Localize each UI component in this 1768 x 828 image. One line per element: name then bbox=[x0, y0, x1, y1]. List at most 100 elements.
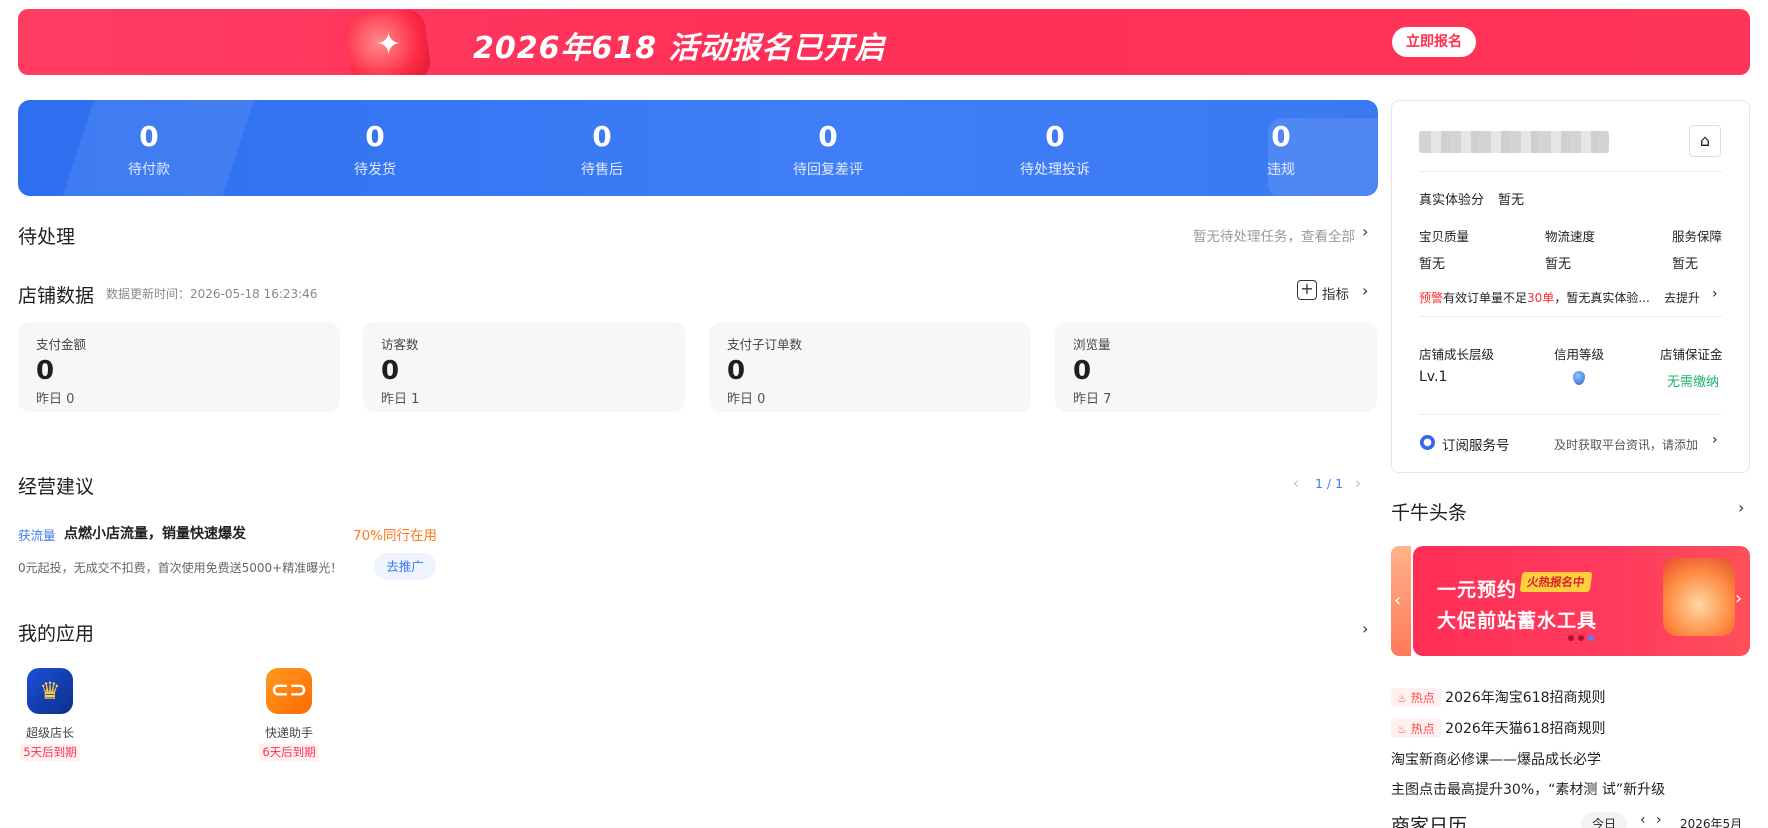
stat-value: 0 bbox=[592, 120, 612, 153]
warning-text-pre: 有效订单量不足 bbox=[1443, 291, 1528, 305]
next-month-icon[interactable]: › bbox=[1656, 812, 1662, 828]
chevron-right-icon[interactable]: › bbox=[1738, 498, 1744, 517]
app-name[interactable]: 快递助手 bbox=[257, 724, 321, 741]
account-panel: ⌂ 真实体验分 暂无 宝贝质量 物流速度 服务保障 暂无 暂无 暂无 预警有效订… bbox=[1391, 100, 1750, 473]
news-item[interactable]: 淘宝新商必修课——爆品成长必学 bbox=[1391, 749, 1601, 769]
crown-icon[interactable]: ♛ bbox=[27, 668, 73, 714]
hot-tag: ♨ 热点 bbox=[1391, 688, 1441, 707]
promo-line1: 一元预约 bbox=[1437, 579, 1518, 601]
metric-card-suborders[interactable]: 支付子订单数 0 昨日 0 bbox=[709, 322, 1031, 412]
add-metric-icon[interactable]: + bbox=[1297, 280, 1317, 300]
app-name[interactable]: 超级店长 bbox=[18, 724, 82, 741]
stat-pending-aftersale[interactable]: 0 待售后 bbox=[489, 100, 715, 196]
chevron-right-icon[interactable]: › bbox=[1362, 222, 1368, 241]
app-expire-badge: 6天后到期 bbox=[259, 744, 319, 761]
carousel-dot-active[interactable] bbox=[1588, 635, 1594, 641]
score-value-quality: 暂无 bbox=[1419, 257, 1446, 272]
divider bbox=[1419, 171, 1722, 172]
prev-month-icon[interactable]: ‹ bbox=[1640, 812, 1646, 828]
warning-text-post: ，暂无真实体验... bbox=[1554, 291, 1650, 305]
banner-title: 2026年618 活动报名已开启 bbox=[473, 31, 886, 66]
link-icon[interactable]: ⊂⊃ bbox=[266, 668, 312, 714]
chevron-right-icon[interactable]: › bbox=[1362, 619, 1368, 638]
pending-title: 待处理 bbox=[18, 226, 76, 248]
promote-button[interactable]: 去推广 bbox=[374, 553, 436, 580]
subscribe-description: 及时获取平台资讯，请添加 bbox=[1554, 438, 1699, 452]
stat-value: 0 bbox=[818, 120, 838, 153]
stat-label: 待回复差评 bbox=[793, 162, 863, 178]
experience-score-label: 真实体验分 bbox=[1419, 193, 1485, 208]
stat-label: 待付款 bbox=[128, 162, 170, 178]
metric-yesterday: 昨日 0 bbox=[36, 392, 75, 407]
advice-pager: 1 / 1 bbox=[1315, 476, 1344, 491]
prev-page-icon[interactable]: ‹ bbox=[1293, 474, 1299, 492]
subscribe-label[interactable]: 订阅服务号 bbox=[1442, 434, 1510, 454]
hot-tag-label: 热点 bbox=[1410, 691, 1435, 705]
promo-carousel[interactable]: 一元预约 火热报名中 大促前站蓄水工具 › bbox=[1413, 546, 1750, 656]
next-page-icon[interactable]: › bbox=[1355, 474, 1361, 492]
blurred-shop-name bbox=[1419, 131, 1609, 153]
metric-label: 支付子订单数 bbox=[727, 337, 803, 352]
score-value-service: 暂无 bbox=[1672, 257, 1699, 272]
advice-description: 0元起投，无成交不扣费，首次使用免费送5000+精准曝光！ bbox=[18, 561, 343, 575]
metric-card-pageviews[interactable]: 浏览量 0 昨日 7 bbox=[1055, 322, 1377, 412]
activity-banner[interactable]: ✦ 2026年618 活动报名已开启 立即报名 bbox=[18, 9, 1750, 75]
score-value-logistics: 暂无 bbox=[1545, 257, 1572, 272]
growth-level-value: Lv.1 bbox=[1419, 369, 1448, 385]
news-item[interactable]: 主图点击最高提升30%，“素材测 试”新升级 bbox=[1391, 779, 1665, 799]
metric-label: 浏览量 bbox=[1073, 337, 1111, 352]
stat-value: 0 bbox=[1045, 120, 1065, 153]
deposit-label: 店铺保证金 bbox=[1660, 347, 1723, 362]
warning-message[interactable]: 预警有效订单量不足30单，暂无真实体验... bbox=[1419, 289, 1650, 306]
divider bbox=[1419, 316, 1722, 317]
hot-tag-label: 热点 bbox=[1410, 722, 1435, 736]
promo-illustration bbox=[1663, 558, 1735, 636]
pending-view-all-link[interactable]: 暂无待处理任务，查看全部 bbox=[1180, 225, 1355, 245]
improve-link[interactable]: 去提升 bbox=[1664, 289, 1700, 306]
carousel-dot[interactable] bbox=[1568, 635, 1574, 641]
chevron-right-icon[interactable]: › bbox=[1712, 432, 1718, 448]
link-glyph: ⊂⊃ bbox=[270, 678, 308, 703]
advice-title: 经营建议 bbox=[18, 476, 95, 498]
stat-label: 待售后 bbox=[581, 162, 623, 178]
home-icon[interactable]: ⌂ bbox=[1689, 125, 1721, 157]
growth-level-label: 店铺成长层级 bbox=[1419, 347, 1495, 362]
stat-pending-payment[interactable]: 0 待付款 bbox=[36, 100, 262, 196]
news-item[interactable]: ♨ 热点 2026年天猫618招商规则 bbox=[1391, 718, 1606, 738]
signup-button[interactable]: 立即报名 bbox=[1392, 27, 1476, 57]
carousel-dot[interactable] bbox=[1578, 635, 1584, 641]
stat-label: 待发货 bbox=[354, 162, 396, 178]
score-label-logistics: 物流速度 bbox=[1545, 229, 1596, 244]
carousel-prev-icon[interactable]: ‹ bbox=[1394, 590, 1401, 611]
metric-value: 0 bbox=[727, 356, 746, 386]
stat-pending-reply[interactable]: 0 待回复差评 bbox=[715, 100, 941, 196]
metric-label: 访客数 bbox=[381, 337, 419, 352]
stat-violation[interactable]: 0 违规 bbox=[1168, 100, 1378, 196]
advice-headline[interactable]: 点燃小店流量，销量快速爆发 bbox=[64, 523, 246, 543]
stat-value: 0 bbox=[1271, 120, 1291, 153]
promo-badge: 火热报名中 bbox=[1519, 572, 1592, 592]
today-button[interactable]: 今日 bbox=[1581, 812, 1627, 828]
stat-pending-complaint[interactable]: 0 待处理投诉 bbox=[942, 100, 1168, 196]
hot-tag: ♨ 热点 bbox=[1391, 719, 1441, 738]
chevron-right-icon[interactable]: › bbox=[1712, 286, 1718, 302]
score-label-service: 服务保障 bbox=[1672, 229, 1723, 244]
calendar-month: 2026年5月 bbox=[1680, 817, 1743, 828]
news-title: 主图点击最高提升30%，“素材测 试”新升级 bbox=[1391, 782, 1666, 798]
metric-yesterday: 昨日 0 bbox=[727, 392, 766, 407]
metric-card-visitors[interactable]: 访客数 0 昨日 1 bbox=[363, 322, 685, 412]
fire-icon: ♨ bbox=[1397, 692, 1407, 705]
stat-pending-shipment[interactable]: 0 待发货 bbox=[262, 100, 488, 196]
news-item[interactable]: ♨ 热点 2026年淘宝618招商规则 bbox=[1391, 687, 1606, 707]
carousel-next-icon[interactable]: › bbox=[1735, 588, 1742, 609]
metric-card-payment[interactable]: 支付金额 0 昨日 0 bbox=[18, 322, 340, 412]
metric-value: 0 bbox=[1073, 356, 1092, 386]
chevron-right-icon[interactable]: › bbox=[1362, 281, 1368, 300]
sparkle-icon: ✦ bbox=[376, 27, 402, 62]
news-title: 2026年淘宝618招商规则 bbox=[1445, 690, 1606, 706]
metrics-button[interactable]: 指标 bbox=[1322, 283, 1349, 303]
app-expire-badge: 5天后到期 bbox=[20, 744, 80, 761]
user-icon: ● bbox=[1420, 435, 1435, 450]
metric-value: 0 bbox=[381, 356, 400, 386]
metric-label: 支付金额 bbox=[36, 337, 87, 352]
